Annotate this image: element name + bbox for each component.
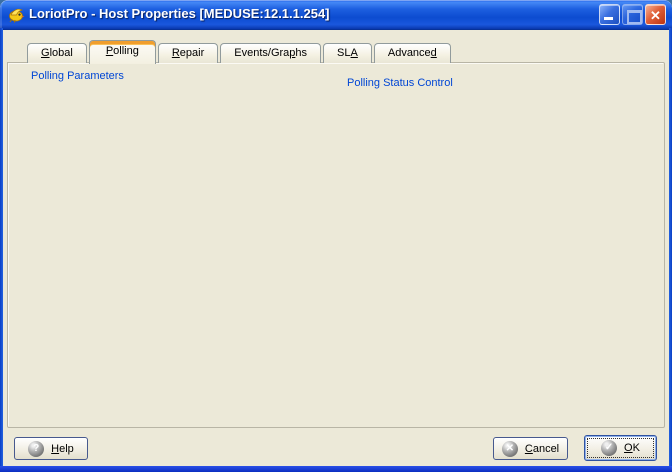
help-button-label: Help: [51, 443, 74, 455]
minimize-button[interactable]: [599, 4, 620, 25]
tab-events-graphs[interactable]: Events/Graphs: [220, 43, 321, 63]
close-button[interactable]: ✕: [645, 4, 666, 25]
help-icon: ?: [28, 441, 44, 457]
polling-status-control-title: Polling Status Control: [344, 77, 456, 89]
polling-tab-page: [7, 62, 665, 428]
cancel-button[interactable]: ✕ Cancel: [493, 437, 568, 460]
ok-icon: ✓: [601, 440, 617, 456]
window-border-bottom: [0, 466, 672, 472]
tab-global[interactable]: Global: [27, 43, 87, 63]
window-title: LoriotPro - Host Properties [MEDUSE:12.1…: [29, 6, 330, 21]
close-icon: ✕: [646, 6, 665, 25]
polling-parameters-title: Polling Parameters: [28, 70, 127, 82]
app-icon: [8, 6, 25, 23]
tab-sla[interactable]: SLA: [323, 43, 372, 63]
titlebar[interactable]: LoriotPro - Host Properties [MEDUSE:12.1…: [0, 0, 672, 30]
cancel-icon: ✕: [502, 441, 518, 457]
window-border-left: [0, 28, 3, 472]
help-button[interactable]: ? Help: [14, 437, 88, 460]
cancel-button-label: Cancel: [525, 443, 559, 455]
ok-button[interactable]: ✓ OK: [584, 435, 657, 461]
tab-polling[interactable]: Polling: [89, 40, 156, 64]
ok-button-label: OK: [624, 442, 640, 454]
host-properties-dialog: LoriotPro - Host Properties [MEDUSE:12.1…: [0, 0, 672, 472]
tab-bar: Global Polling Repair Events/Graphs SLA …: [27, 39, 451, 63]
maximize-button[interactable]: [622, 4, 643, 25]
tab-advanced[interactable]: Advanced: [374, 43, 451, 63]
tab-repair[interactable]: Repair: [158, 43, 218, 63]
